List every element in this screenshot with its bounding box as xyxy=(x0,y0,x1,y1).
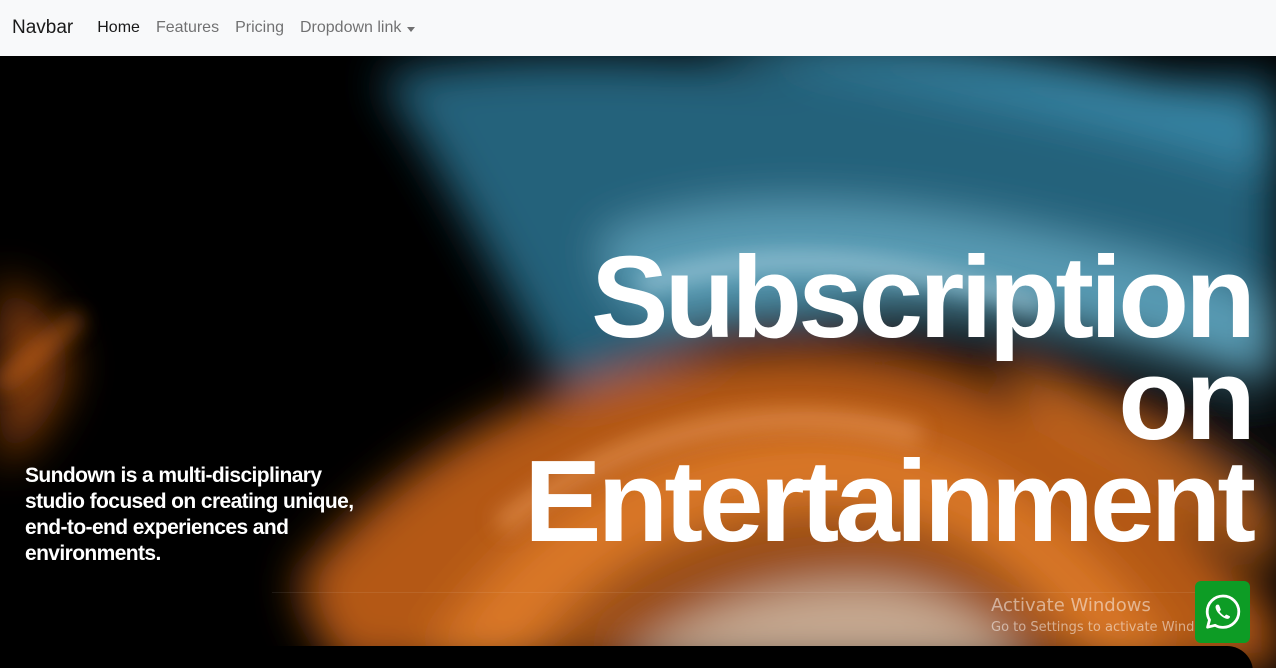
hero-divider xyxy=(272,592,1232,593)
bottom-content-panel xyxy=(25,646,1253,668)
watermark-subtitle: Go to Settings to activate Windows. xyxy=(991,620,1224,635)
navbar-brand[interactable]: Navbar xyxy=(12,17,73,39)
whatsapp-icon xyxy=(1205,594,1240,629)
nav-dropdown-link[interactable]: Dropdown link xyxy=(299,19,416,37)
windows-activation-watermark: Activate Windows Go to Settings to activ… xyxy=(991,594,1224,638)
navbar: Navbar Home Features Pricing Dropdown li… xyxy=(0,0,1276,56)
nav-link-pricing[interactable]: Pricing xyxy=(235,19,284,37)
hero-title-line-3: Entertainment xyxy=(524,436,1256,566)
hero-title-line-2: on xyxy=(1118,334,1256,464)
whatsapp-button[interactable] xyxy=(1195,581,1250,643)
watermark-title: Activate Windows xyxy=(991,595,1151,616)
hero-description: Sundown is a multi-disciplinary studio f… xyxy=(25,464,354,565)
caret-down-icon xyxy=(407,26,416,32)
hero-title: Subscription on Entertainment xyxy=(524,232,1256,566)
hero-section: Subscription on Entertainment Sundown is… xyxy=(0,56,1276,668)
nav-link-features[interactable]: Features xyxy=(156,19,219,37)
nav-link-home[interactable]: Home xyxy=(97,19,140,37)
hero-title-line-1: Subscription xyxy=(591,232,1256,362)
nav-dropdown-label: Dropdown link xyxy=(299,19,402,36)
